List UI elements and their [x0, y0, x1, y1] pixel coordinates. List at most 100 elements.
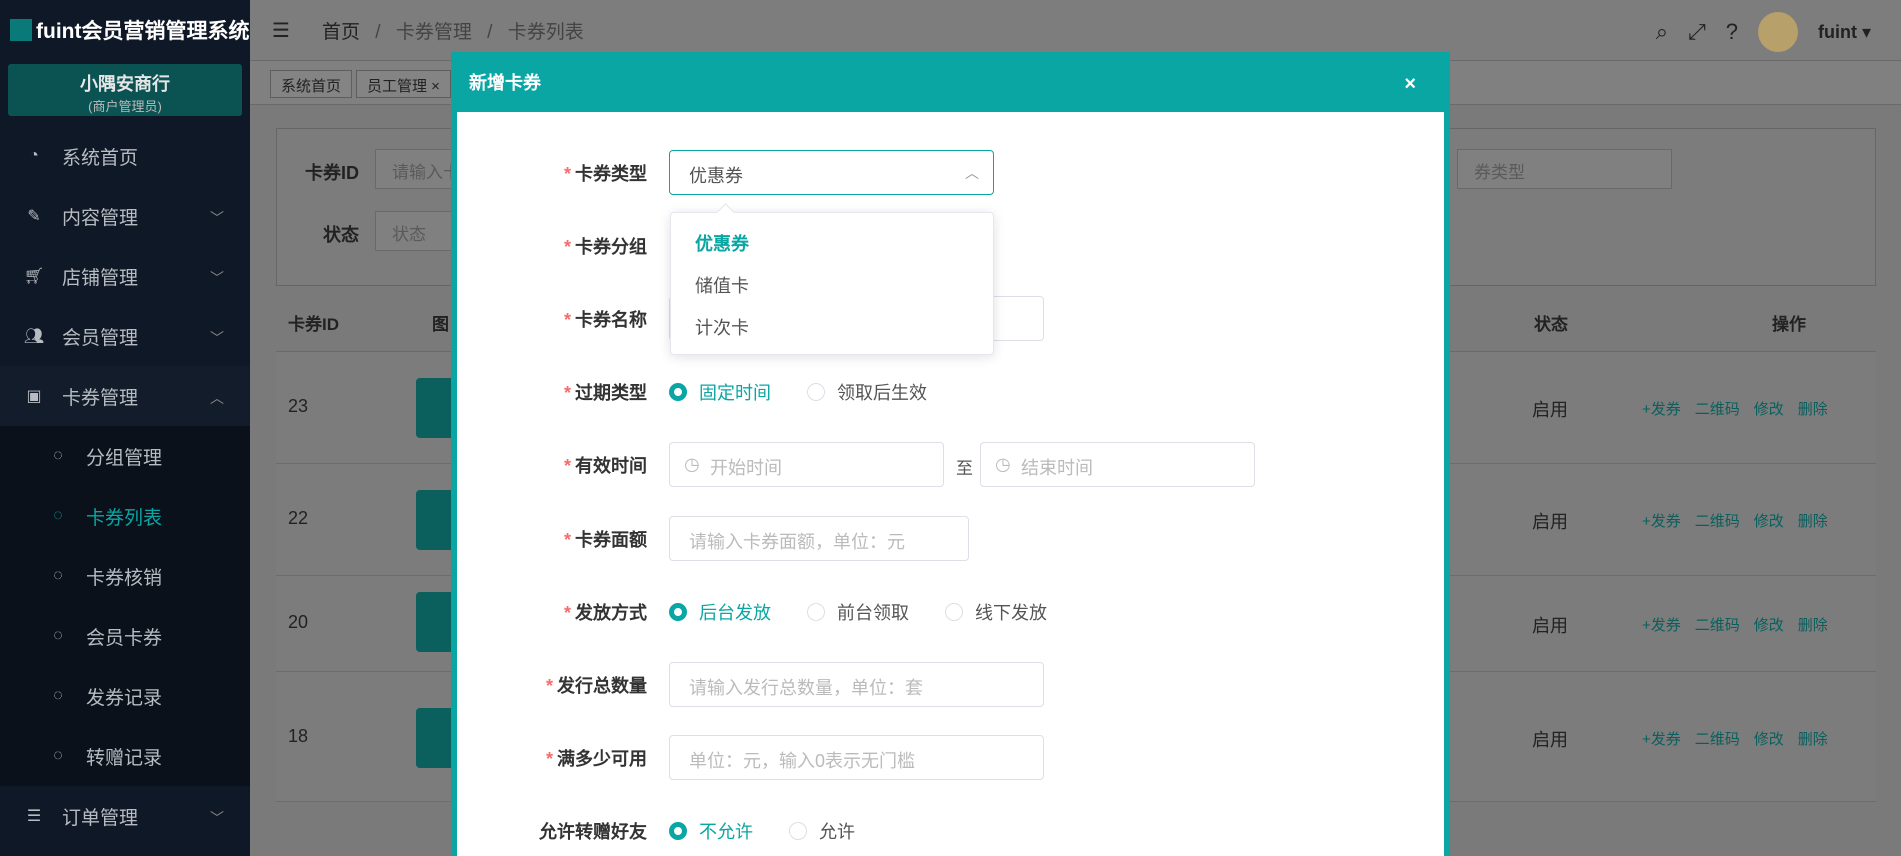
threshold-input[interactable]: 单位：元，输入0表示无门槛 — [669, 735, 1044, 780]
coupon-thumb — [416, 490, 456, 550]
coupon-type-dropdown: 优惠券 储值卡 计次卡 — [670, 212, 994, 355]
send-coupon-link[interactable]: +发券 — [1642, 510, 1681, 531]
sidebar-item-label: 订单管理 — [62, 807, 139, 829]
coupon-type-select[interactable]: 优惠券 ︿ — [669, 150, 994, 195]
send-coupon-link[interactable]: +发券 — [1642, 614, 1681, 635]
send-coupon-link[interactable]: +发券 — [1642, 728, 1681, 749]
gift-deny-radio[interactable]: 不允许 — [669, 818, 753, 844]
sidebar-item-member-coupon[interactable]: ◌ 会员卡券 — [0, 606, 250, 666]
sidebar-submenu: ◌ 分组管理 ◌ 卡券列表 ◌ 卡券核销 ◌ 会员卡券 ◌ 发券记录 ◌ 转赠记… — [0, 426, 250, 786]
sidebar-item-coupon-list[interactable]: ◌ 卡券列表 — [0, 486, 250, 546]
expire-after-radio[interactable]: 领取后生效 — [807, 379, 927, 405]
end-time-input[interactable]: ◷ 结束时间 — [980, 442, 1255, 487]
circle-check-icon: ◌ — [53, 627, 63, 644]
chevron-up-icon: ︿ — [210, 390, 224, 406]
amount-input[interactable]: 请输入卡券面额，单位：元 — [669, 516, 969, 561]
sidebar-menu: ◔ 系统首页 ✎ 内容管理 ﹀ 🛒︎ 店铺管理 ﹀ 👥︎ 会员管理 ﹀ ▣ 卡券… — [0, 126, 250, 846]
radio-icon — [789, 822, 807, 840]
qrcode-link[interactable]: 二维码 — [1695, 510, 1740, 531]
sidebar-item-store[interactable]: 🛒︎ 店铺管理 ﹀ — [0, 246, 250, 306]
breadcrumb-coupon: 卡券管理 — [395, 21, 472, 43]
gift-label: 允许转赠好友 — [539, 822, 647, 842]
send-front-radio[interactable]: 前台领取 — [807, 599, 909, 625]
fullscreen-icon[interactable]: ⤢ — [1688, 19, 1706, 45]
dashboard-icon: ◔ — [29, 147, 39, 164]
edit-link[interactable]: 修改 — [1754, 728, 1784, 749]
qrcode-link[interactable]: 二维码 — [1695, 398, 1740, 419]
clock-icon: ◷ — [995, 454, 1011, 474]
expire-label: * 过期类型 — [563, 383, 647, 403]
type-label-text: 卡券类型 — [575, 164, 647, 184]
sidebar-item-coupon[interactable]: ▣ 卡券管理 ︿ — [0, 366, 250, 426]
option-stored-value[interactable]: 储值卡 — [671, 265, 993, 307]
radio-label: 后台发放 — [699, 603, 771, 623]
radio-label: 线下发放 — [975, 603, 1047, 623]
circle-check-icon: ◌ — [53, 507, 63, 524]
row-ops: +发券 二维码 修改 删除 — [1642, 728, 1828, 749]
radio-checked-icon — [669, 603, 687, 621]
radio-label: 固定时间 — [699, 383, 771, 403]
row-status: 启用 — [1532, 730, 1568, 750]
delete-link[interactable]: 删除 — [1798, 614, 1828, 635]
valid-label: * 有效时间 — [563, 456, 647, 476]
breadcrumb-home[interactable]: 首页 — [322, 22, 360, 43]
user-menu[interactable]: fuint ▾ — [1818, 22, 1871, 43]
delete-link[interactable]: 删除 — [1798, 398, 1828, 419]
total-label: * 发行总数量 — [545, 676, 647, 696]
qrcode-link[interactable]: 二维码 — [1695, 614, 1740, 635]
chevron-down-icon: ﹀ — [210, 330, 224, 346]
help-icon[interactable]: ? — [1726, 19, 1738, 45]
radio-checked-icon — [669, 822, 687, 840]
send-coupon-link[interactable]: +发券 — [1642, 398, 1681, 419]
row-status: 启用 — [1532, 512, 1568, 532]
chevron-up-icon: ︿ — [965, 165, 979, 181]
th-status: 状态 — [1534, 315, 1568, 334]
row-id: 18 — [288, 726, 309, 746]
breadcrumb-separator: / — [487, 21, 493, 43]
option-coupon[interactable]: 优惠券 — [671, 223, 993, 265]
hamburger-icon[interactable]: ☰ — [272, 18, 294, 43]
sidebar-item-group[interactable]: ◌ 分组管理 — [0, 426, 250, 486]
tag-home[interactable]: 系统首页 — [270, 70, 353, 98]
radio-label: 前台领取 — [837, 603, 909, 623]
sidebar-item-order[interactable]: ☰ 订单管理 ﹀ — [0, 786, 250, 846]
avatar[interactable] — [1757, 12, 1798, 52]
sidebar-item-confirm[interactable]: ◌ 卡券核销 — [0, 546, 250, 606]
edit-link[interactable]: 修改 — [1754, 614, 1784, 635]
gift-allow-radio[interactable]: 允许 — [789, 818, 855, 844]
send-backend-radio[interactable]: 后台发放 — [669, 599, 771, 625]
row-ops: +发券 二维码 修改 删除 — [1642, 510, 1828, 531]
delete-link[interactable]: 删除 — [1798, 510, 1828, 531]
expire-fixed-radio[interactable]: 固定时间 — [669, 379, 771, 405]
sidebar-item-label: 店铺管理 — [62, 267, 139, 289]
close-icon[interactable]: × — [1404, 74, 1416, 94]
circle-check-icon: ◌ — [53, 567, 63, 584]
send-offline-radio[interactable]: 线下发放 — [945, 599, 1047, 625]
total-input[interactable]: 请输入发行总数量，单位：套 — [669, 662, 1044, 707]
threshold-label: * 满多少可用 — [545, 749, 647, 769]
th-id: 卡券ID — [288, 315, 339, 334]
filter-type-select[interactable]: 券类型 — [1457, 149, 1672, 189]
edit-link[interactable]: 修改 — [1754, 510, 1784, 531]
cart-icon: 🛒︎ — [23, 268, 45, 285]
logo-icon — [10, 19, 32, 41]
qrcode-link[interactable]: 二维码 — [1695, 728, 1740, 749]
sidebar-item-send-log[interactable]: ◌ 发券记录 — [0, 666, 250, 726]
sidebar-item-dashboard[interactable]: ◔ 系统首页 — [0, 126, 250, 186]
chevron-down-icon: ﹀ — [210, 270, 224, 286]
breadcrumb-separator: / — [375, 21, 381, 43]
filter-status-label: 状态 — [323, 225, 359, 245]
edit-link[interactable]: 修改 — [1754, 398, 1784, 419]
sidebar-item-label: 内容管理 — [62, 207, 139, 229]
sidebar-item-content[interactable]: ✎ 内容管理 ﹀ — [0, 186, 250, 246]
valid-label-text: 有效时间 — [575, 456, 647, 476]
search-icon[interactable]: ⌕ — [1656, 19, 1668, 45]
option-count-card[interactable]: 计次卡 — [671, 307, 993, 349]
tag-staff[interactable]: 员工管理 × — [356, 70, 451, 98]
sidebar-item-member[interactable]: 👥︎ 会员管理 ﹀ — [0, 306, 250, 366]
sidebar-item-gift-log[interactable]: ◌ 转赠记录 — [0, 726, 250, 786]
start-time-input[interactable]: ◷ 开始时间 — [669, 442, 944, 487]
clock-icon: ◷ — [684, 454, 700, 474]
delete-link[interactable]: 删除 — [1798, 728, 1828, 749]
range-separator: 至 — [956, 459, 973, 478]
